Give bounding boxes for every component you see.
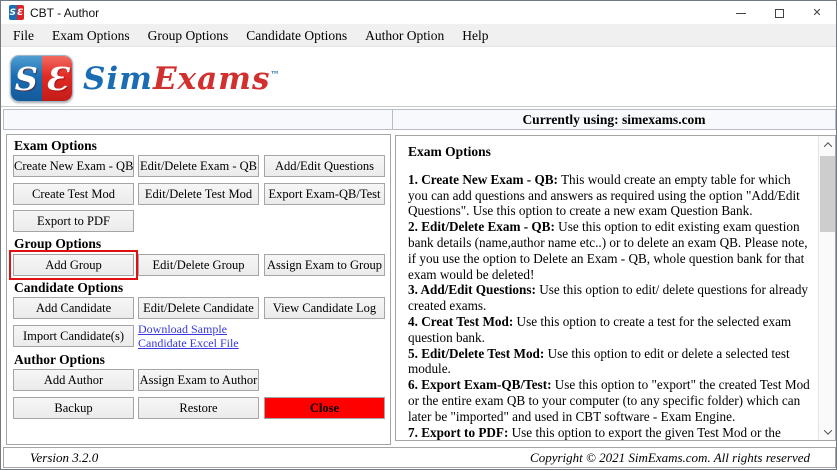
window-title: CBT - Author: [30, 5, 100, 20]
logo-badge-letter-s: S: [14, 59, 38, 98]
help-item-2: 2. Edit/Delete Exam - QB: Use this optio…: [408, 219, 808, 282]
minimize-button[interactable]: [722, 1, 760, 25]
add-group-button[interactable]: Add Group: [9, 250, 138, 280]
logo-e-icon: Ɛ: [16, 5, 24, 20]
import-candidates-button[interactable]: Import Candidate(s): [13, 325, 134, 347]
maximize-button[interactable]: [760, 1, 798, 25]
help-heading: Exam Options: [408, 144, 491, 159]
close-icon: ✕: [812, 6, 822, 19]
logo-header: S Ɛ SimExams™: [1, 47, 836, 107]
menu-exam-options[interactable]: Exam Options: [43, 26, 139, 46]
backup-button[interactable]: Backup: [13, 397, 134, 419]
download-link-line2: Candidate Excel File: [138, 336, 239, 350]
view-candidate-log-button[interactable]: View Candidate Log: [264, 297, 385, 319]
chevron-up-icon: [823, 141, 832, 151]
add-candidate-button[interactable]: Add Candidate: [13, 297, 134, 319]
download-link-line1: Download Sample: [138, 322, 227, 336]
assign-exam-to-group-button[interactable]: Assign Exam to Group: [264, 254, 385, 276]
help-item-3: 3. Add/Edit Questions: Use this option t…: [408, 282, 809, 314]
help-text-area: Exam Options 1. Create New Exam - QB: Th…: [396, 136, 818, 440]
export-exam-qb-test-button[interactable]: Export Exam-QB/Test: [264, 183, 385, 205]
exam-options-heading: Exam Options: [14, 138, 97, 153]
help-item-5: 5. Edit/Delete Test Mod: Use this option…: [408, 345, 790, 377]
add-edit-questions-button[interactable]: Add/Edit Questions: [264, 155, 385, 177]
create-new-exam-qb-button[interactable]: Create New Exam - QB: [13, 155, 134, 177]
simexams-logo-badge: S Ɛ: [10, 55, 73, 102]
help-panel: Exam Options 1. Create New Exam - QB: Th…: [395, 135, 836, 441]
help-item-4: 4. Creat Test Mod: Use this option to cr…: [408, 313, 792, 345]
create-test-mod-button[interactable]: Create Test Mod: [13, 183, 134, 205]
menu-author-option[interactable]: Author Option: [356, 26, 453, 46]
close-window-button[interactable]: ✕: [798, 1, 836, 25]
help-item-6: 6. Export Exam-QB/Test: Use this option …: [408, 377, 810, 424]
group-options-heading: Group Options: [14, 236, 102, 251]
logo-badge-letter-e: Ɛ: [45, 59, 69, 98]
brand-exams: Exams: [152, 61, 271, 97]
menu-file[interactable]: File: [4, 26, 43, 46]
minimize-icon: [736, 12, 746, 14]
restore-button[interactable]: Restore: [138, 397, 259, 419]
brand-sim: Sim: [83, 61, 153, 97]
brand-wordmark: SimExams™: [83, 61, 280, 97]
options-panel: Exam Options Create New Exam - QB Edit/D…: [6, 134, 391, 445]
logo-s-icon: S: [9, 5, 17, 20]
menu-help[interactable]: Help: [453, 26, 497, 46]
title-bar: S Ɛ CBT - Author ✕: [1, 1, 836, 25]
add-author-button[interactable]: Add Author: [13, 369, 134, 391]
currently-using-box: Currently using: simexams.com: [392, 109, 836, 130]
maximize-icon: [774, 8, 784, 18]
help-item-1: 1. Create New Exam - QB: This would crea…: [408, 171, 800, 219]
close-app-button[interactable]: Close: [264, 397, 385, 419]
version-label: Version 3.2.0: [30, 449, 99, 465]
menu-group-options[interactable]: Group Options: [139, 26, 238, 46]
copyright-label: Copyright © 2021 SimExams.com. All right…: [530, 449, 810, 465]
chevron-down-icon: [823, 425, 832, 435]
scrollbar-up-button[interactable]: [819, 136, 835, 153]
app-window: S Ɛ CBT - Author ✕ File Exam Options Gro…: [0, 0, 837, 470]
menu-candidate-options[interactable]: Candidate Options: [237, 26, 356, 46]
currently-using-text: Currently using: simexams.com: [522, 111, 706, 127]
edit-delete-test-mod-button[interactable]: Edit/Delete Test Mod: [138, 183, 259, 205]
edit-delete-exam-qb-button[interactable]: Edit/Delete Exam - QB: [138, 155, 259, 177]
menu-bar: File Exam Options Group Options Candidat…: [1, 25, 836, 47]
candidate-options-heading: Candidate Options: [14, 280, 124, 295]
edit-delete-group-button[interactable]: Edit/Delete Group: [138, 254, 259, 276]
trademark-symbol: ™: [270, 70, 281, 81]
app-logo-icon: S Ɛ: [9, 5, 24, 20]
help-item-7: 7. Export to PDF: Use this option to exp…: [408, 424, 781, 440]
status-strip-left: [3, 109, 392, 130]
scrollbar-down-button[interactable]: [819, 423, 835, 440]
help-scrollbar[interactable]: [818, 136, 835, 440]
author-options-heading: Author Options: [14, 352, 105, 367]
window-controls: ✕: [722, 1, 836, 25]
status-bar: Version 3.2.0 Copyright © 2021 SimExams.…: [3, 447, 836, 468]
scrollbar-thumb[interactable]: [820, 156, 835, 232]
export-to-pdf-button[interactable]: Export to PDF: [13, 210, 134, 232]
assign-exam-to-author-button[interactable]: Assign Exam to Author: [138, 369, 259, 391]
download-sample-candidate-file-link[interactable]: Download Sample Candidate Excel File: [138, 322, 239, 350]
edit-delete-candidate-button[interactable]: Edit/Delete Candidate: [138, 297, 259, 319]
